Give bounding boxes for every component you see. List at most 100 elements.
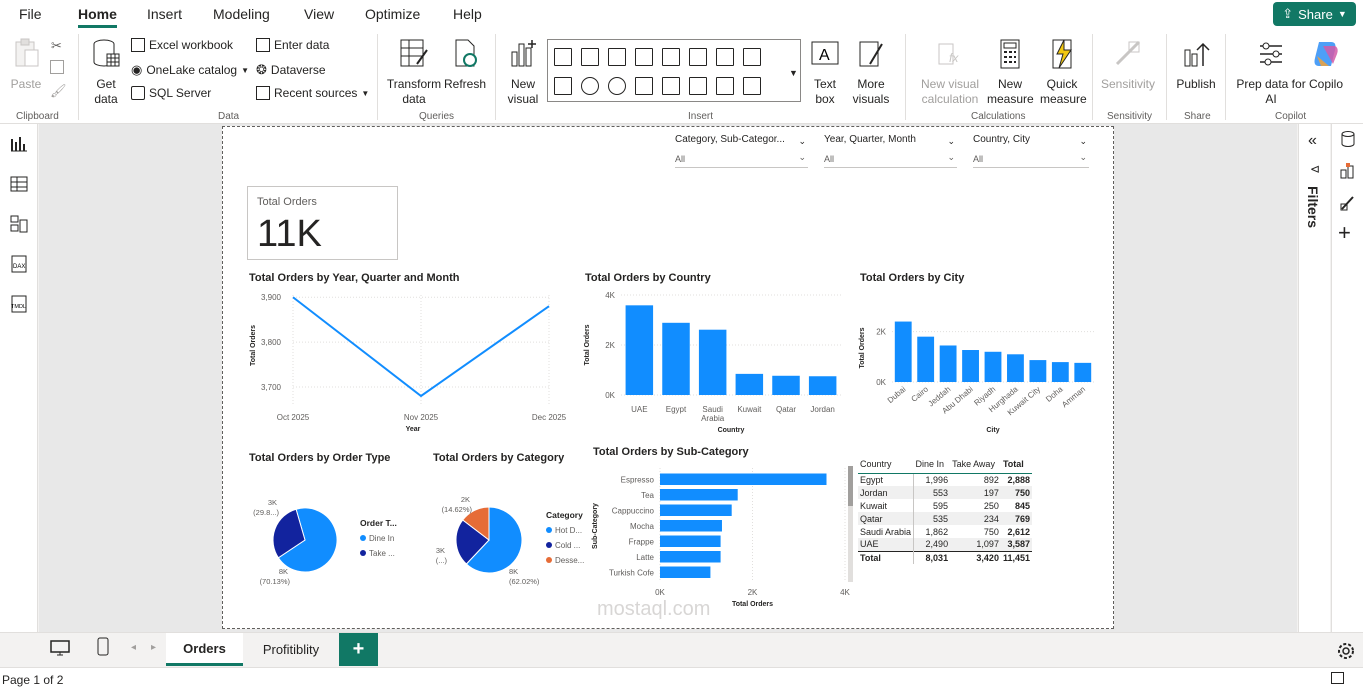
tab-profitiblity[interactable]: Profitiblity <box>246 633 336 666</box>
card-icon[interactable] <box>716 77 734 95</box>
copy-icon[interactable] <box>50 60 64 74</box>
city-bar-chart[interactable]: 2K0KDubai CairoJeddahAbu DhabiRiyadhHurgh… <box>858 288 1108 436</box>
table-row[interactable]: Qatar 535 234 769 <box>858 512 1032 525</box>
more-visuals-button[interactable]: More visuals <box>846 38 896 107</box>
settings-gear-icon[interactable] <box>1336 641 1356 661</box>
x-tick-label: Amman <box>1060 385 1087 410</box>
pie-chart-icon[interactable] <box>581 77 599 95</box>
new-visual-button[interactable]: New visual <box>503 38 543 107</box>
visual-gallery[interactable] <box>547 39 801 102</box>
table-row[interactable]: Kuwait 595 250 845 <box>858 499 1032 512</box>
menu-modeling[interactable]: Modeling <box>213 6 270 22</box>
add-page-button[interactable]: + <box>339 633 378 666</box>
menu-file[interactable]: File <box>19 6 42 22</box>
add-pane-icon[interactable]: + <box>1338 220 1351 246</box>
cut-icon[interactable]: ✂ <box>51 38 62 54</box>
tab-label: Orders <box>183 640 226 656</box>
tab-scroll-left-icon[interactable]: ◂ <box>131 642 136 653</box>
enter-data-button[interactable]: Enter data <box>256 38 329 52</box>
line-chart-icon[interactable] <box>689 48 707 66</box>
format-visual-icon[interactable] <box>1339 194 1357 212</box>
order-type-pie-chart[interactable]: 8K(70.13%) 3K(29.8...) Order T... Dine In Ta… <box>247 468 427 592</box>
kpi-card-total-orders[interactable]: Total Orders 11K <box>247 186 398 260</box>
tab-scroll-right-icon[interactable]: ▸ <box>151 642 156 653</box>
table-header-cell[interactable]: Total <box>1000 456 1032 474</box>
expand-pane-icon[interactable]: « <box>1308 132 1317 150</box>
treemap-icon[interactable] <box>635 77 653 95</box>
table-row[interactable]: Egypt 1,996 892 2,888 <box>858 473 1032 486</box>
table-row[interactable]: Saudi Arabia 1,862 750 2,612 <box>858 525 1032 538</box>
gauge-icon[interactable] <box>689 77 707 95</box>
slicer-category[interactable]: Category, Sub-Categor... ⌄ All ⌄ <box>675 134 808 168</box>
slicer-dropdown[interactable]: All ⌄ <box>824 152 957 168</box>
table-header-cell[interactable]: Take Away <box>950 456 1001 474</box>
clustered-column-icon[interactable] <box>581 48 599 66</box>
stacked-column-icon[interactable] <box>635 48 653 66</box>
donut-chart-icon[interactable] <box>608 77 626 95</box>
stacked-bar-icon[interactable] <box>554 48 572 66</box>
mobile-layout-icon[interactable] <box>96 637 110 657</box>
area-chart-icon[interactable] <box>716 48 734 66</box>
menu-view[interactable]: View <box>304 6 334 22</box>
column-100-icon[interactable] <box>662 48 680 66</box>
prep-data-ai-button[interactable]: Prep data for AI <box>1232 38 1310 107</box>
text-box-button[interactable]: A Text box <box>808 38 842 107</box>
slicer-dropdown[interactable]: All ⌄ <box>675 152 808 168</box>
model-view-icon[interactable] <box>9 214 29 234</box>
menu-home[interactable]: Home <box>78 6 117 28</box>
report-view-icon[interactable] <box>9 134 29 154</box>
table-view-icon[interactable] <box>9 174 29 194</box>
table-row[interactable]: UAE 2,490 1,097 3,587 <box>858 538 1032 551</box>
table-scrollbar[interactable] <box>848 466 853 582</box>
desktop-layout-icon[interactable] <box>49 639 71 657</box>
table-cell: 595 <box>933 500 949 511</box>
dax-query-icon[interactable]: DAX <box>9 254 29 274</box>
tmdl-view-icon[interactable]: TMDL <box>9 294 29 314</box>
new-measure-button[interactable]: New measure <box>987 38 1034 107</box>
table-header-cell[interactable]: Country <box>858 456 914 474</box>
gallery-expand-icon[interactable]: ▼ <box>789 68 798 78</box>
transform-data-button[interactable]: Transform data <box>386 38 442 107</box>
category-pie-chart[interactable]: 8K(62.02%) 3K(...) 2K(14.62%) Category Hot D… <box>430 468 590 592</box>
sensitivity-button[interactable]: Sensitivity <box>1098 38 1158 92</box>
format-painter-icon[interactable]: 🖌 <box>50 83 67 99</box>
slicer-dropdown[interactable]: All ⌄ <box>973 152 1089 168</box>
build-visual-icon[interactable] <box>1339 162 1357 180</box>
menu-help[interactable]: Help <box>453 6 482 22</box>
get-data-button[interactable]: Get data <box>86 38 126 107</box>
sql-server-button[interactable]: SQL Server <box>131 86 211 100</box>
slicer-date[interactable]: Year, Quarter, Month ⌄ All ⌄ <box>824 134 957 168</box>
onelake-catalog-button[interactable]: ◉ OneLake catalog ▼ <box>131 62 249 78</box>
funnel-icon[interactable] <box>554 77 572 95</box>
slicer-value: All <box>973 154 984 164</box>
fit-to-page-icon[interactable] <box>1331 672 1344 684</box>
table-header-cell[interactable]: Dine In <box>913 456 951 474</box>
recent-sources-button[interactable]: Recent sources ▼ <box>256 86 369 100</box>
menu-insert[interactable]: Insert <box>147 6 182 22</box>
copilot-button[interactable]: Copilo <box>1306 38 1346 92</box>
table-visual-icon[interactable] <box>743 77 761 95</box>
dataverse-button[interactable]: ❂ Dataverse <box>256 62 326 78</box>
map-icon[interactable] <box>662 77 680 95</box>
slicer-location[interactable]: Country, City ⌄ All ⌄ <box>973 134 1089 168</box>
scatter-chart-icon[interactable] <box>743 48 761 66</box>
share-button[interactable]: ⇪ Share ▼ <box>1273 2 1356 26</box>
excel-workbook-button[interactable]: Excel workbook <box>131 38 233 52</box>
tab-orders[interactable]: Orders <box>166 633 243 666</box>
table-row[interactable]: Jordan 553 197 750 <box>858 486 1032 499</box>
subcategory-bar-chart[interactable]: 0K 2K 4K Espresso Tea Cappuccino Mocha Frappe La… <box>590 462 852 610</box>
filters-pane-label[interactable]: Filters <box>1305 186 1321 228</box>
country-bar-chart[interactable]: 4K 2K 0K UAE Egypt SaudiArabia Kuwait Qatar Jord… <box>583 288 843 436</box>
refresh-button[interactable]: Refresh <box>444 38 486 92</box>
clustered-bar-icon[interactable] <box>608 48 626 66</box>
menu-optimize[interactable]: Optimize <box>365 6 420 22</box>
country-order-type-table[interactable]: Country Dine In Take Away Total Egypt 1,996 8… <box>858 456 1032 564</box>
scrollbar-thumb[interactable] <box>848 466 853 506</box>
y-tick-label: 0K <box>605 391 615 400</box>
quick-measure-button[interactable]: Quick measure <box>1040 38 1087 107</box>
new-visual-calculation-button[interactable]: fx New visual calculation <box>912 38 988 107</box>
paste-button[interactable]: Paste <box>8 38 44 92</box>
data-pane-icon[interactable] <box>1339 130 1357 148</box>
publish-button[interactable]: Publish <box>1174 38 1218 92</box>
line-chart[interactable]: 3,900 3,800 3,700 Oct 2025 Nov 2025 Dec 2025 Y… <box>247 288 572 436</box>
